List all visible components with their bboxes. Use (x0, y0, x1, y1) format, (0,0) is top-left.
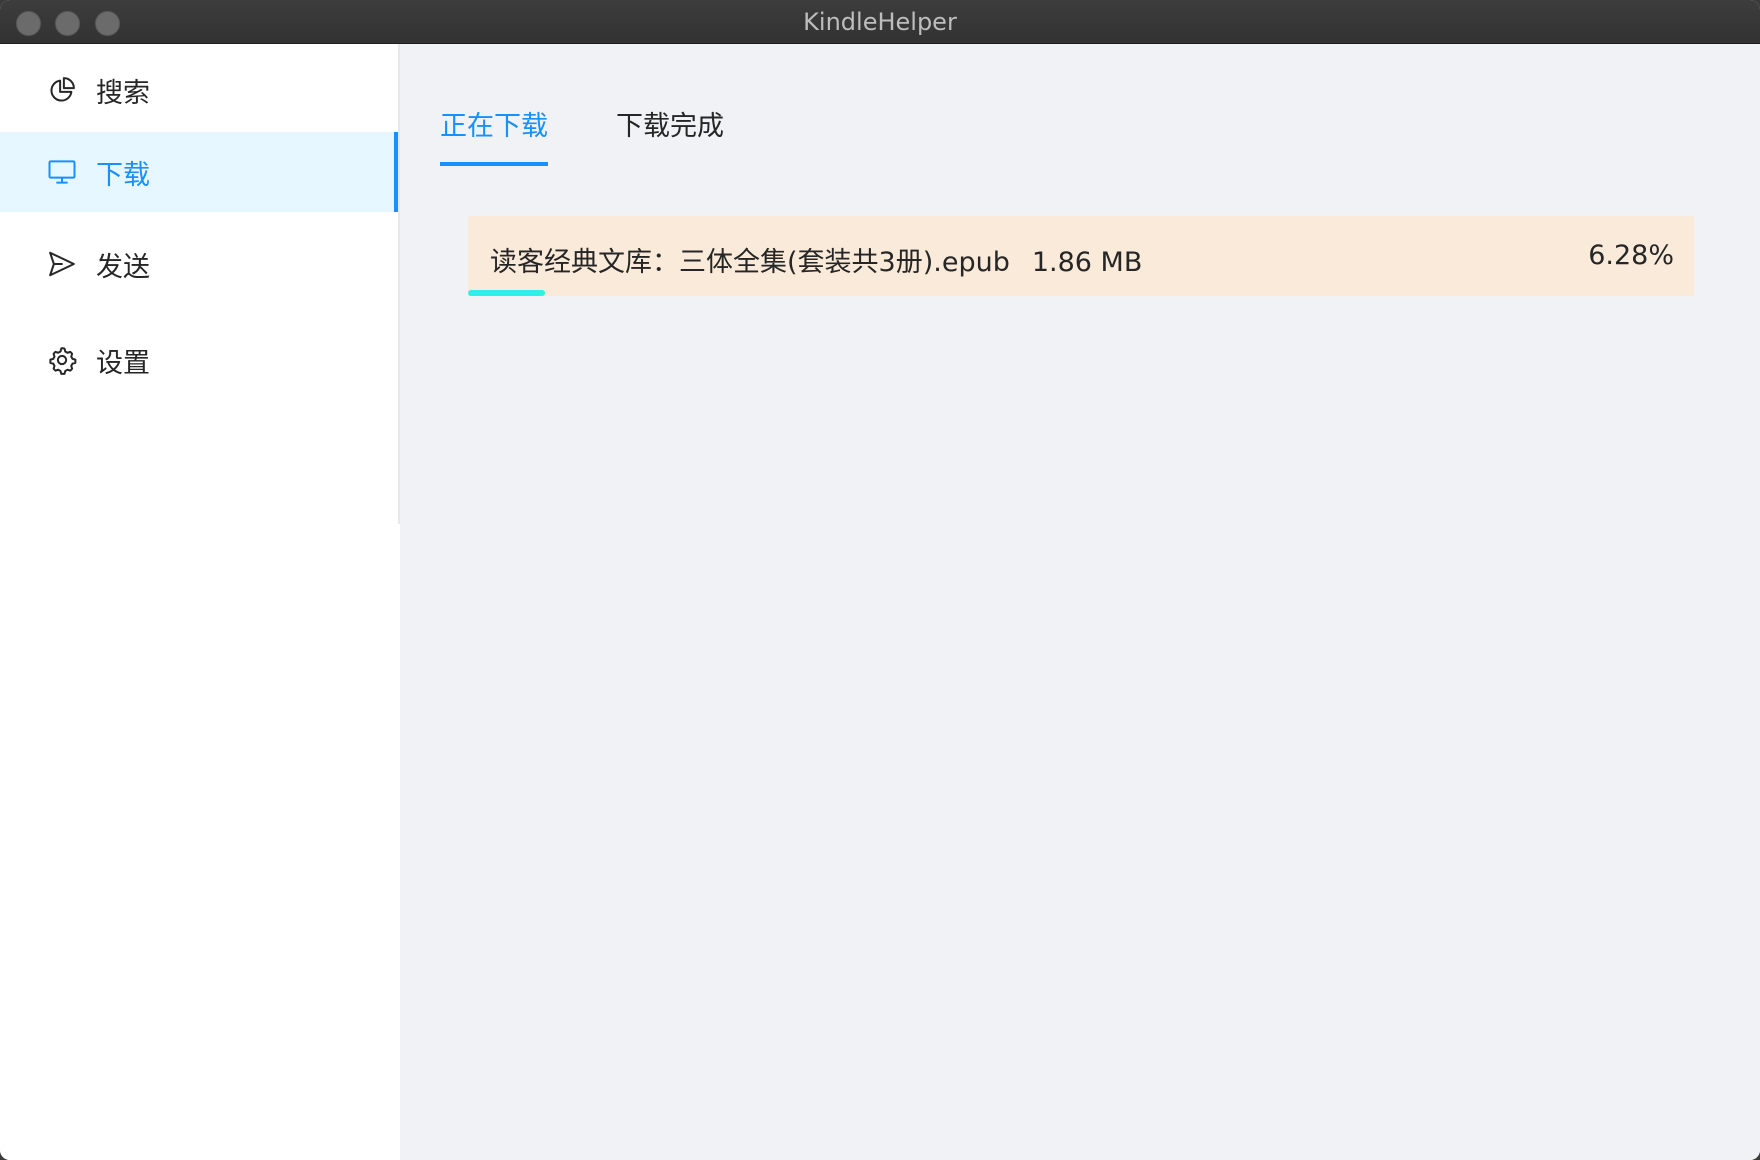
tab-label: 下载完成 (616, 111, 724, 142)
sidebar-item-download[interactable]: 下载 (0, 132, 400, 212)
app-window: KindleHelper 搜索 下载 发送 设置 正在下载 下载完成 读客经典文… (0, 0, 1760, 1160)
sidebar-item-settings[interactable]: 设置 (0, 320, 400, 400)
desktop-icon (46, 156, 78, 188)
download-progress-fill (468, 290, 545, 296)
sidebar-item-send[interactable]: 发送 (0, 224, 400, 304)
window-title: KindleHelper (803, 8, 957, 36)
tab-downloading[interactable]: 正在下载 (440, 104, 548, 166)
title-bar[interactable]: KindleHelper (0, 0, 1760, 44)
download-progress-bar (468, 290, 1694, 296)
sidebar-item-label: 下载 (96, 159, 150, 191)
pie-chart-icon (46, 74, 78, 106)
tab-label: 正在下载 (440, 111, 548, 142)
sidebar: 搜索 下载 发送 设置 (0, 44, 400, 1160)
active-tab-indicator (440, 162, 548, 166)
sidebar-item-label: 搜索 (96, 77, 150, 109)
download-file-name: 读客经典文库：三体全集(套装共3册).epub (490, 247, 1010, 278)
download-item[interactable]: 读客经典文库：三体全集(套装共3册).epub 1.86 MB 6.28% (468, 216, 1694, 296)
sidebar-item-search[interactable]: 搜索 (0, 50, 400, 130)
tab-completed[interactable]: 下载完成 (616, 104, 724, 166)
download-percent: 6.28% (1588, 240, 1674, 271)
sidebar-item-label: 发送 (96, 251, 150, 283)
gear-icon (46, 344, 78, 376)
download-file-size: 1.86 MB (1031, 247, 1143, 278)
send-icon (46, 248, 78, 280)
sidebar-item-label: 设置 (96, 347, 150, 379)
main-content: 正在下载 下载完成 读客经典文库：三体全集(套装共3册).epub 1.86 MB… (400, 44, 1760, 1160)
